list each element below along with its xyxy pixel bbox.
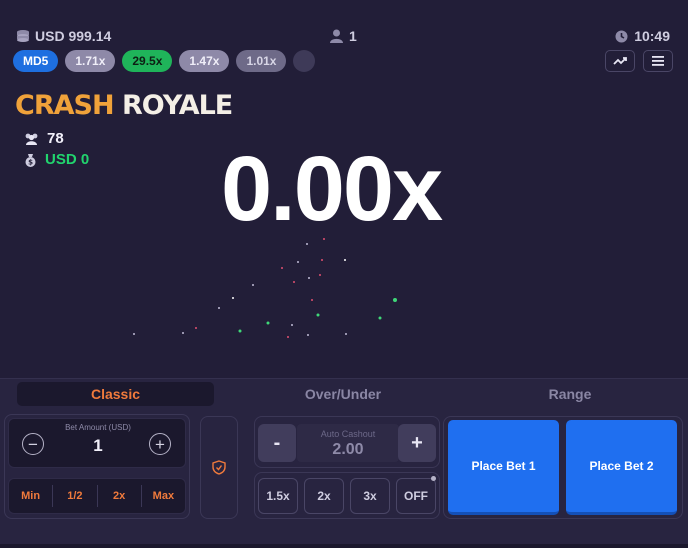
history-chip-faded [293, 50, 316, 72]
increase-cashout-button[interactable]: + [398, 424, 436, 462]
tab-classic[interactable]: Classic [17, 382, 214, 406]
total-bet-value: USD 0 [45, 151, 90, 168]
history-chip[interactable]: 1.47x [179, 50, 230, 72]
logo-text-royale: ROYALE [121, 90, 233, 121]
md5-button[interactable]: MD5 [13, 50, 59, 72]
players-online: 1 [330, 28, 357, 44]
bet-min-button[interactable]: Min [9, 485, 54, 507]
cashout-preset-2x[interactable]: 2x [304, 478, 344, 514]
logo-text-crash: CRASH [15, 90, 115, 121]
cashout-preset-3x[interactable]: 3x [350, 478, 390, 514]
svg-text:$: $ [28, 158, 33, 166]
bet-amount-label: Bet Amount (USD) [65, 423, 131, 432]
history-chip[interactable]: 1.71x [65, 50, 116, 72]
bottom-strip [0, 544, 688, 548]
tab-over-under[interactable]: Over/Under [243, 382, 443, 406]
game-logo: CRASH ROYALE [15, 90, 233, 121]
shield-icon [212, 460, 226, 475]
crash-multiplier: 0.00x [221, 138, 443, 240]
decrease-bet-button[interactable]: − [22, 433, 44, 455]
trend-icon [613, 57, 627, 65]
off-indicator-dot [431, 476, 436, 481]
auto-cashout-label: Auto Cashout [320, 429, 376, 439]
increase-bet-button[interactable]: + [149, 433, 171, 455]
balance-value: USD 999.14 [35, 28, 112, 44]
multiplier-history: MD5 1.71x 29.5x 1.47x 1.01x [13, 50, 316, 72]
menu-button[interactable] [643, 50, 673, 72]
cashout-preset-1-5x[interactable]: 1.5x [258, 478, 298, 514]
bet-mode-tabs: Classic Over/Under Range [0, 379, 688, 409]
money-bag-icon: $ [25, 153, 36, 167]
auto-cashout-input[interactable]: 2.00 [300, 441, 396, 459]
clock-time: 10:49 [634, 28, 670, 44]
players-count: 1 [349, 28, 357, 44]
clock: 10:49 [615, 28, 670, 44]
history-chip[interactable]: 29.5x [122, 50, 173, 72]
history-chip[interactable]: 1.01x [236, 50, 287, 72]
balance-display: USD 999.14 [16, 28, 111, 44]
clock-icon [615, 30, 628, 42]
coins-icon [17, 30, 29, 42]
bettors-count: 78 [24, 130, 64, 147]
bet-amount-input-wrap: Bet Amount (USD) 1 − + [8, 418, 186, 468]
bet-max-button[interactable]: Max [142, 485, 185, 507]
bet-half-button[interactable]: 1/2 [53, 485, 98, 507]
insurance-button[interactable] [200, 416, 238, 519]
bettors-value: 78 [47, 130, 64, 147]
decrease-cashout-button[interactable]: - [258, 424, 296, 462]
bet-double-button[interactable]: 2x [98, 485, 142, 507]
total-bet: $ USD 0 [24, 151, 89, 168]
user-icon [330, 29, 343, 43]
quick-bet-row: Min 1/2 2x Max [8, 478, 186, 514]
tab-range[interactable]: Range [470, 382, 670, 406]
particle-sparks [133, 238, 397, 338]
place-bet-2-button[interactable]: Place Bet 2 [566, 420, 677, 515]
stats-button[interactable] [605, 50, 635, 72]
cashout-off-button[interactable]: OFF [396, 478, 436, 514]
users-icon [25, 133, 38, 145]
hamburger-menu-icon [652, 56, 664, 66]
place-bet-1-button[interactable]: Place Bet 1 [448, 420, 559, 515]
